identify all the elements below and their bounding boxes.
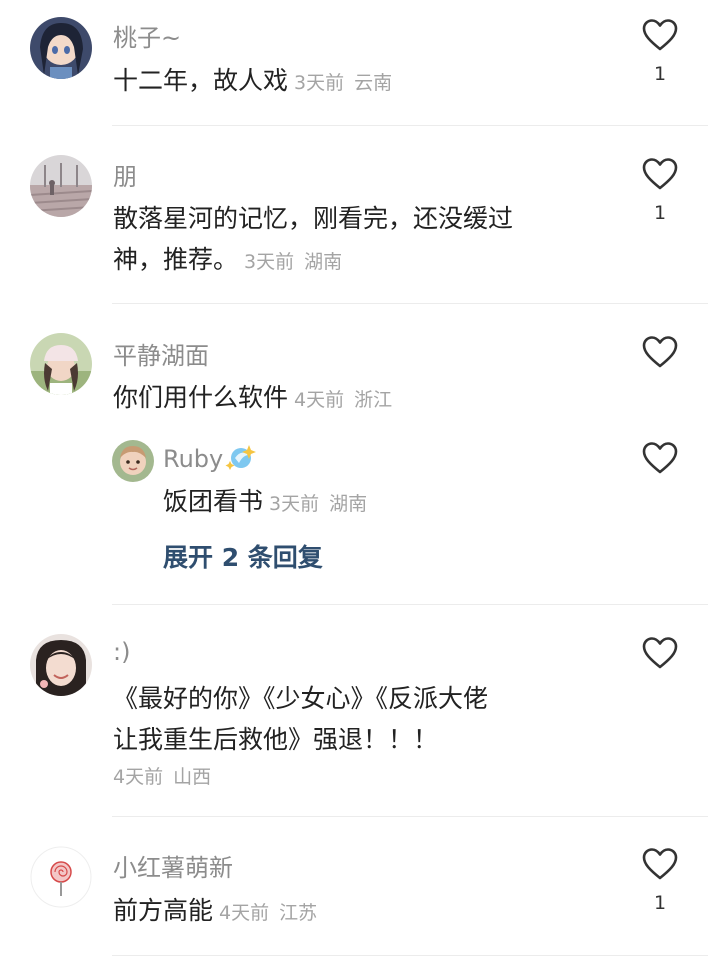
avatar[interactable] — [30, 333, 92, 395]
comment-content-line-1: 散落星河的记忆，刚看完，还没缓过 — [113, 204, 514, 233]
reply-content: 饭团看书 — [163, 487, 264, 516]
comment-meta: 3天前 湖南 — [244, 251, 342, 273]
comment-content-line-1: 《最好的你》《少女心》《反派大佬 — [113, 684, 489, 713]
anime-girl-avatar-image — [30, 17, 92, 79]
reply-username[interactable]: Ruby — [163, 443, 257, 473]
avatar[interactable] — [30, 846, 92, 908]
comment-text: 十二年，故人戏 3天前 云南 — [113, 60, 613, 104]
username[interactable]: 小红薯萌新 — [113, 848, 233, 883]
heart-icon[interactable] — [641, 335, 679, 369]
avatar[interactable] — [30, 155, 92, 217]
expand-replies-link[interactable]: 展开 2 条回复 — [163, 538, 323, 574]
comment-location: 湖南 — [304, 251, 343, 273]
comment-meta: 4天前 浙江 — [294, 389, 392, 411]
baby-avatar-image — [112, 440, 154, 482]
comment-text: 前方高能 4天前 江苏 — [113, 890, 613, 934]
lollipop-avatar-image — [30, 846, 92, 908]
comment-location: 浙江 — [354, 389, 393, 411]
comment-time: 3天前 — [244, 251, 295, 273]
comment-text: 你们用什么软件 4天前 浙江 — [113, 377, 613, 421]
heart-icon[interactable] — [641, 441, 679, 475]
username[interactable]: 朋 — [113, 157, 137, 192]
divider — [112, 955, 708, 956]
comment-text: 散落星河的记忆，刚看完，还没缓过 神，推荐。 3天前 湖南 — [113, 198, 633, 283]
reply-meta: 3天前 湖南 — [269, 493, 367, 515]
comment-meta: 4天前 山西 — [113, 766, 211, 788]
like-count: 1 — [653, 892, 667, 914]
comment-text: 《最好的你》《少女心》《反派大佬 让我重生后救他》强退！！！ 4天前 山西 — [113, 678, 633, 792]
divider — [112, 604, 708, 605]
comment-content: 你们用什么软件 — [113, 383, 289, 412]
heart-icon[interactable] — [641, 18, 679, 52]
comment-meta: 3天前 云南 — [294, 72, 392, 94]
avatar[interactable] — [30, 17, 92, 79]
username[interactable]: :) — [113, 638, 130, 666]
reply-text: 饭团看书 3天前 湖南 — [163, 481, 663, 525]
comment-time: 3天前 — [294, 72, 345, 94]
comment-time: 4天前 — [219, 902, 270, 924]
reply-username-text: Ruby — [163, 445, 224, 473]
username[interactable]: 桃子~ — [113, 18, 181, 53]
reply-time: 3天前 — [269, 493, 320, 515]
like-count: 1 — [653, 63, 667, 85]
woman-cap-avatar-image — [30, 333, 92, 395]
heart-icon[interactable] — [641, 847, 679, 881]
comment-meta: 4天前 江苏 — [219, 902, 317, 924]
reply-avatar[interactable] — [112, 440, 154, 482]
divider — [112, 303, 708, 304]
smiling-girl-avatar-image — [30, 634, 92, 696]
comment-location: 江苏 — [279, 902, 318, 924]
heart-icon[interactable] — [641, 157, 679, 191]
divider — [112, 816, 708, 817]
comment-content: 十二年，故人戏 — [113, 66, 289, 95]
avatar[interactable] — [30, 634, 92, 696]
sparkle-badge-icon — [225, 445, 257, 470]
comment-meta-row: 4天前 山西 — [113, 760, 633, 792]
comment-location: 山西 — [173, 766, 212, 788]
reply-location: 湖南 — [329, 493, 368, 515]
comment-time: 4天前 — [113, 766, 164, 788]
comment-content: 前方高能 — [113, 896, 214, 925]
like-count: 1 — [653, 202, 667, 224]
heart-icon[interactable] — [641, 636, 679, 670]
comment-location: 云南 — [354, 72, 393, 94]
comment-content-line-2: 让我重生后救他》强退！！！ — [113, 725, 439, 754]
divider — [112, 125, 708, 126]
comment-content-line-2: 神，推荐。 3天前 湖南 — [113, 239, 633, 283]
username[interactable]: 平静湖面 — [113, 336, 209, 371]
wooden-pier-avatar-image — [30, 155, 92, 217]
comment-content: 神，推荐。 — [113, 245, 239, 274]
comment-time: 4天前 — [294, 389, 345, 411]
